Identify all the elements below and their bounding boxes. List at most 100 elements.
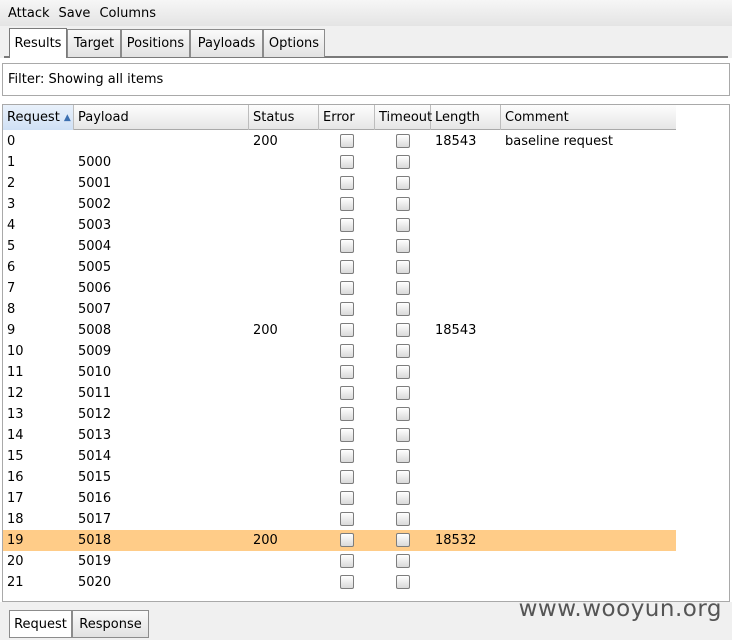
table-row[interactable]: 17 5016 [3,488,676,509]
cell-request: 8 [7,302,16,317]
timeout-checkbox[interactable] [396,176,410,190]
cell-request: 1 [7,155,16,170]
error-checkbox[interactable] [340,533,354,547]
error-checkbox[interactable] [340,323,354,337]
cell-comment [501,530,676,551]
timeout-checkbox[interactable] [396,302,410,316]
table-row[interactable]: 8 5007 [3,299,676,320]
timeout-checkbox[interactable] [396,281,410,295]
error-checkbox[interactable] [340,491,354,505]
timeout-checkbox[interactable] [396,512,410,526]
menu-attack[interactable]: Attack [8,6,50,21]
timeout-checkbox[interactable] [396,470,410,484]
table-row[interactable]: 9 5008 200 18543 [3,320,676,341]
timeout-checkbox[interactable] [396,323,410,337]
timeout-checkbox[interactable] [396,134,410,148]
timeout-checkbox[interactable] [396,449,410,463]
timeout-checkbox[interactable] [396,260,410,274]
table-row[interactable]: 4 5003 [3,215,676,236]
table-row[interactable]: 19 5018 200 18532 [3,530,676,551]
error-checkbox[interactable] [340,554,354,568]
tab-target[interactable]: Target [67,29,121,57]
error-checkbox[interactable] [340,407,354,421]
cell-payload: 5019 [78,554,112,569]
column-header-status[interactable]: Status [249,105,319,130]
timeout-checkbox[interactable] [396,491,410,505]
error-checkbox[interactable] [340,386,354,400]
timeout-checkbox[interactable] [396,575,410,589]
table-row[interactable]: 11 5010 [3,362,676,383]
filter-bar[interactable]: Filter: Showing all items [2,63,730,96]
cell-request: 2 [7,176,16,191]
cell-status [249,257,319,278]
table-row[interactable]: 20 5019 [3,551,676,572]
error-checkbox[interactable] [340,155,354,169]
timeout-checkbox[interactable] [396,554,410,568]
cell-request: 20 [7,554,24,569]
table-row[interactable]: 7 5006 [3,278,676,299]
timeout-checkbox[interactable] [396,533,410,547]
table-row[interactable]: 13 5012 [3,404,676,425]
table-row[interactable]: 16 5015 [3,467,676,488]
table-row[interactable]: 10 5009 [3,341,676,362]
error-checkbox[interactable] [340,365,354,379]
cell-payload: 5005 [78,260,112,275]
cell-length [431,215,501,236]
timeout-checkbox[interactable] [396,344,410,358]
cell-comment: baseline request [505,134,613,149]
column-header-request[interactable]: Request ▲ [3,105,74,130]
column-header-comment[interactable]: Comment [501,105,676,130]
table-row[interactable]: 0 200 18543 baseline request [3,131,676,152]
cell-length: 18532 [435,533,477,548]
table-row[interactable]: 1 5000 [3,152,676,173]
tab-options[interactable]: Options [263,29,325,57]
cell-request: 17 [7,491,24,506]
timeout-checkbox[interactable] [396,239,410,253]
tab-payloads[interactable]: Payloads [190,29,263,57]
tab-request[interactable]: Request [9,610,72,638]
error-checkbox[interactable] [340,428,354,442]
cell-payload: 5007 [78,302,112,317]
column-header-timeout[interactable]: Timeout [375,105,432,130]
timeout-checkbox[interactable] [396,386,410,400]
menu-columns[interactable]: Columns [99,6,156,21]
timeout-checkbox[interactable] [396,155,410,169]
tab-results[interactable]: Results [9,28,67,58]
timeout-checkbox[interactable] [396,218,410,232]
cell-request: 7 [7,281,16,296]
table-row[interactable]: 5 5004 [3,236,676,257]
error-checkbox[interactable] [340,218,354,232]
table-row[interactable]: 2 5001 [3,173,676,194]
error-checkbox[interactable] [340,344,354,358]
error-checkbox[interactable] [340,239,354,253]
table-row[interactable]: 12 5011 [3,383,676,404]
timeout-checkbox[interactable] [396,428,410,442]
tab-response[interactable]: Response [72,610,149,638]
error-checkbox[interactable] [340,575,354,589]
column-header-payload[interactable]: Payload [74,105,249,130]
menu-save[interactable]: Save [59,6,91,21]
timeout-checkbox[interactable] [396,365,410,379]
table-row[interactable]: 15 5014 [3,446,676,467]
column-header-length[interactable]: Length [431,105,501,130]
timeout-checkbox[interactable] [396,407,410,421]
table-row[interactable]: 21 5020 [3,572,676,593]
tab-positions[interactable]: Positions [121,29,190,57]
error-checkbox[interactable] [340,302,354,316]
cell-comment [501,551,676,572]
error-checkbox[interactable] [340,470,354,484]
error-checkbox[interactable] [340,449,354,463]
error-checkbox[interactable] [340,176,354,190]
table-row[interactable]: 3 5002 [3,194,676,215]
error-checkbox[interactable] [340,134,354,148]
table-row[interactable]: 14 5013 [3,425,676,446]
column-header-error[interactable]: Error [319,105,375,130]
timeout-checkbox[interactable] [396,197,410,211]
table-row[interactable]: 6 5005 [3,257,676,278]
table-row[interactable]: 18 5017 [3,509,676,530]
error-checkbox[interactable] [340,281,354,295]
error-checkbox[interactable] [340,197,354,211]
cell-comment [501,299,676,320]
error-checkbox[interactable] [340,260,354,274]
error-checkbox[interactable] [340,512,354,526]
